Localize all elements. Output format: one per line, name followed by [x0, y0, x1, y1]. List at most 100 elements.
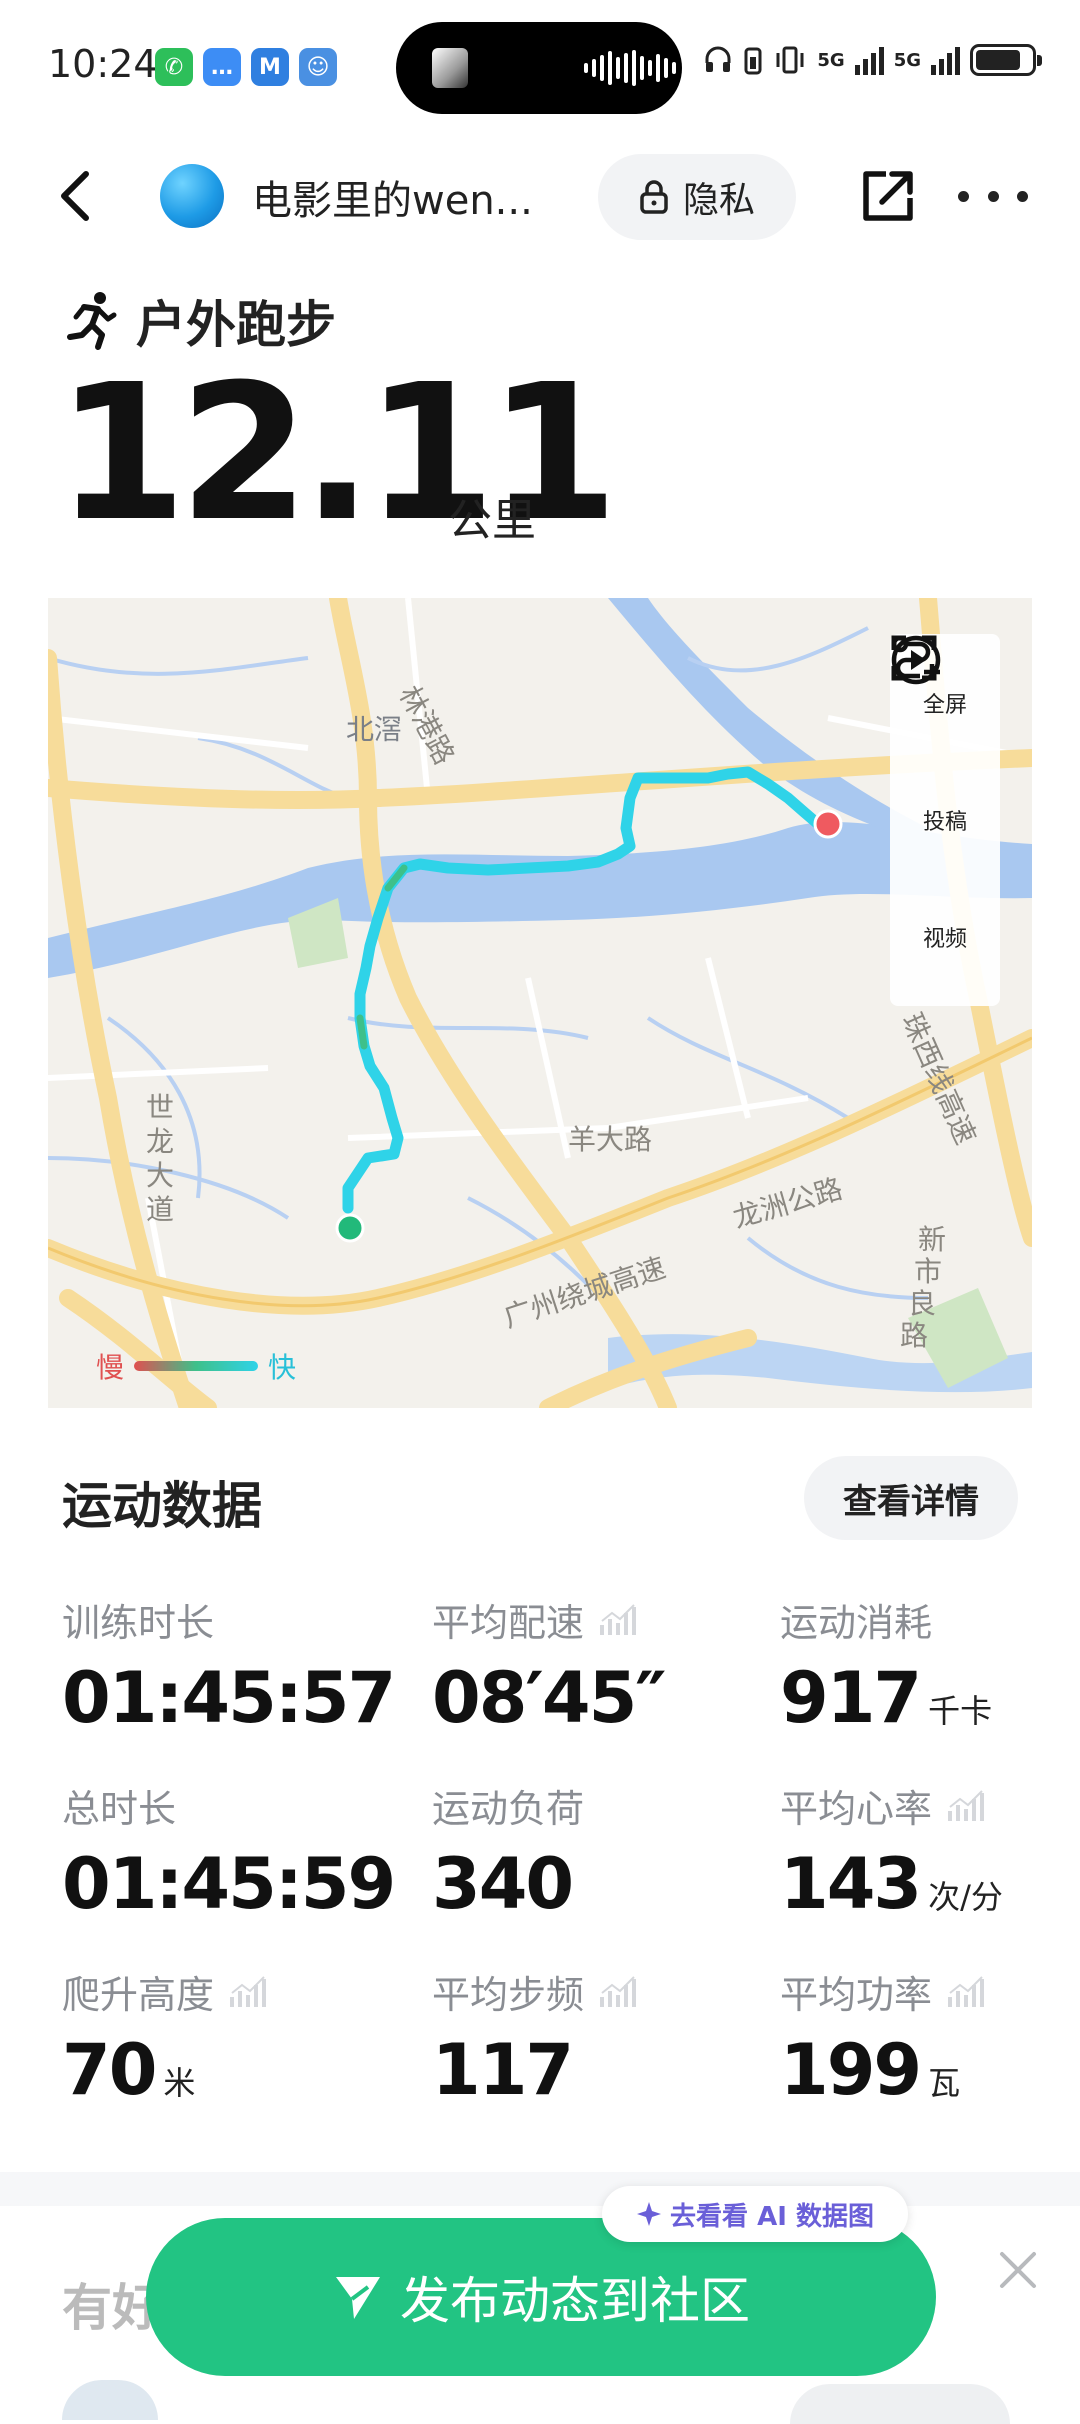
signal-bars-icon	[854, 45, 884, 75]
stat-value: 143 次/分	[780, 1843, 1003, 1925]
stat-unit: 米	[163, 2064, 196, 2102]
stat-label: 运动负荷	[432, 1787, 585, 1831]
privacy-button[interactable]: 隐私	[598, 154, 796, 240]
share-button[interactable]	[858, 166, 918, 226]
status-bar: 10:24 ✆ … M ☺ 5G 5G	[0, 0, 1080, 130]
publish-label: 发布动态到社区	[400, 2272, 750, 2330]
river-branch	[608, 598, 928, 838]
stat-total-duration: 总时长 01:45:59	[62, 1778, 396, 1925]
section-divider	[0, 2172, 1080, 2206]
stat-value: 01:45:59	[62, 1843, 396, 1925]
stat-value: 70 米	[62, 2029, 196, 2111]
stat-training-duration: 训练时长 01:45:57	[62, 1592, 396, 1739]
network-type-1: 5G	[817, 49, 845, 71]
video-button[interactable]: 视频	[891, 635, 967, 953]
close-icon	[1000, 2252, 1036, 2288]
section-title: 运动数据	[62, 1477, 262, 1535]
message-icon: …	[203, 48, 241, 86]
card-preview	[790, 2384, 1010, 2424]
route-segment-medium	[356, 1014, 368, 1050]
stat-elevation-gain[interactable]: 爬升高度 70 米	[62, 1964, 268, 2111]
system-indicators: 5G 5G	[703, 44, 1042, 76]
stat-calories: 运动消耗 917 千卡	[780, 1592, 992, 1739]
more-options-button[interactable]	[958, 166, 1028, 226]
card-preview	[62, 2380, 158, 2420]
road-label: 道	[146, 1193, 175, 1226]
stat-label: 平均配速	[432, 1592, 665, 1647]
share-external-icon	[863, 171, 913, 221]
road-label: 羊大路	[568, 1123, 653, 1156]
road-label: 路	[900, 1319, 929, 1352]
stat-value: 199 瓦	[780, 2029, 961, 2111]
network-type-2: 5G	[893, 49, 921, 71]
legend-fast-label: 快	[268, 1351, 297, 1384]
stat-value: 08′45″	[432, 1657, 667, 1739]
stat-label: 爬升高度	[62, 1964, 268, 2019]
badge-icon: ☺	[299, 48, 337, 86]
send-icon	[336, 2277, 380, 2319]
headphones-icon	[705, 46, 731, 72]
road-edges	[48, 1036, 1032, 1308]
stat-unit: 瓦	[928, 2064, 961, 2102]
dot-icon	[1017, 190, 1028, 202]
ai-chart-chip[interactable]: 去看看 AI 数据图	[602, 2186, 908, 2242]
fullscreen-button[interactable]: 全屏	[891, 635, 967, 719]
stat-label: 训练时长	[62, 1601, 215, 1645]
stat-value: 917 千卡	[780, 1657, 993, 1739]
username[interactable]: 电影里的wen...	[252, 168, 533, 226]
fullscreen-label: 全屏	[922, 692, 967, 718]
stat-value: 117	[432, 2029, 574, 2111]
close-button[interactable]	[996, 2248, 1040, 2292]
maps-icon: M	[251, 48, 289, 86]
ai-chip-label: 去看看 AI 数据图	[670, 2201, 874, 2232]
legend-gradient-bar	[134, 1361, 259, 1371]
trend-chart-icon	[600, 1603, 637, 1635]
place-label: 北滘	[346, 713, 403, 746]
canals	[48, 626, 929, 1360]
music-app-icon	[432, 48, 468, 88]
status-time: 10:24	[48, 42, 158, 86]
stat-avg-pace[interactable]: 平均配速 08′45″	[432, 1592, 667, 1739]
play-circle-icon	[891, 635, 941, 685]
signal-bars-icon	[931, 45, 960, 75]
dot-icon	[958, 190, 969, 202]
video-label: 视频	[922, 927, 967, 953]
trend-chart-icon	[600, 1975, 637, 2007]
stat-unit: 次/分	[928, 1878, 1003, 1916]
stat-avg-cadence[interactable]: 平均步频 117	[432, 1964, 638, 2111]
trend-chart-icon	[230, 1975, 267, 2007]
battery-small-icon	[744, 47, 762, 75]
stat-value: 340	[432, 1843, 574, 1925]
view-details-button[interactable]: 查看详情	[804, 1456, 1018, 1540]
post-label: 投稿	[922, 809, 967, 835]
stat-value: 01:45:57	[62, 1657, 396, 1739]
trend-chart-icon	[948, 1975, 985, 2007]
stat-label: 平均心率	[780, 1778, 1003, 1833]
distance-unit: 公里	[448, 495, 536, 546]
post-route-button[interactable]: 投稿	[891, 635, 967, 836]
river	[48, 822, 1032, 978]
trend-chart-icon	[948, 1789, 985, 1821]
stat-label: 总时长	[62, 1787, 177, 1831]
avatar[interactable]	[160, 164, 224, 228]
stat-label: 运动消耗	[780, 1601, 933, 1645]
wechat-icon: ✆	[155, 48, 193, 86]
stat-avg-heart-rate[interactable]: 平均心率 143 次/分	[780, 1778, 1003, 1925]
notification-icons: ✆ … M ☺	[155, 48, 337, 86]
chevron-left-icon	[61, 171, 89, 221]
map-toolbar: 全屏 投稿 视频	[890, 634, 1000, 1006]
stat-training-load: 运动负荷 340	[432, 1778, 584, 1925]
battery-icon	[970, 44, 1042, 76]
dynamic-island[interactable]	[396, 22, 682, 114]
route-end-marker[interactable]	[813, 809, 843, 839]
stat-avg-power[interactable]: 平均功率 199 瓦	[780, 1964, 986, 2111]
stat-unit: 千卡	[928, 1692, 993, 1730]
stat-label: 平均功率	[780, 1964, 986, 2019]
vibrate-icon	[776, 46, 804, 74]
audio-wave-icon	[584, 50, 676, 86]
route-map[interactable]: 北滘 林港路 世 龙 大 道 羊大路 广州绕城高速 龙洲公路 新 市 良 路 珠…	[48, 598, 1032, 1408]
lock-icon	[640, 180, 668, 214]
pace-legend: 慢 快	[96, 1346, 296, 1386]
back-button[interactable]	[48, 160, 104, 232]
route-start-marker[interactable]	[335, 1213, 365, 1243]
